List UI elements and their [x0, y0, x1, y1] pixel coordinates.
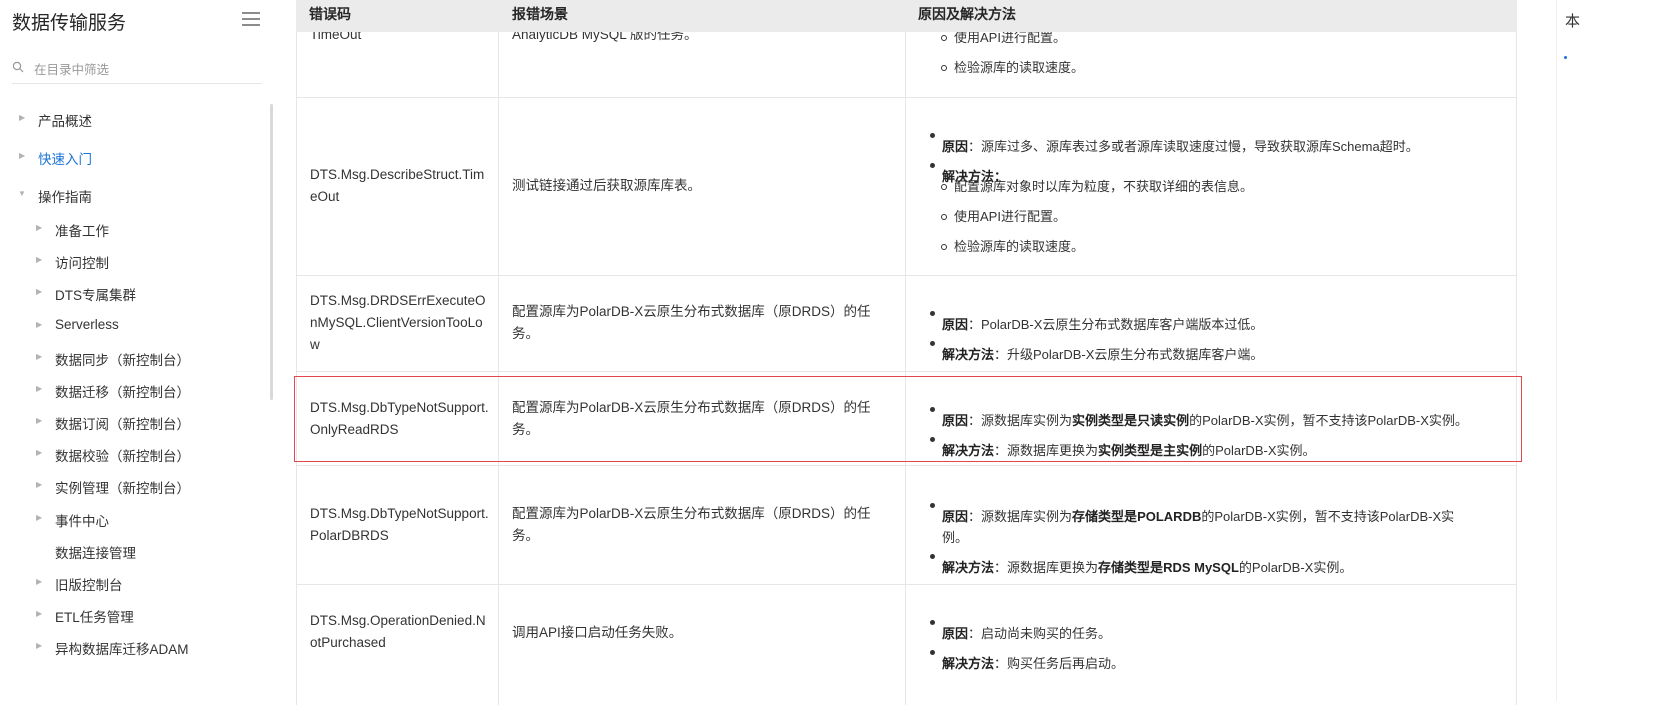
cause-text: 原因：启动尚未购买的任务。 — [942, 626, 1112, 641]
error-code-table: TimeOut AnalyticDB MySQL 版的任务。 使用API进行配置… — [296, 0, 1517, 705]
bullet-icon — [930, 650, 935, 655]
error-scene: 测试链接通过后获取源库库表。 — [512, 178, 701, 193]
error-code: DTS.Msg.DbTypeNotSupport.PolarDBRDS — [310, 506, 489, 543]
table-row: DTS.Msg.DbTypeNotSupport.PolarDBRDS 配置源库… — [296, 466, 1517, 585]
bullet-icon — [930, 163, 935, 168]
sidebar-item-sync[interactable]: 数据同步（新控制台） — [55, 349, 190, 369]
error-scene: 配置源库为PolarDB-X云原生分布式数据库（原DRDS）的任务。 — [512, 506, 871, 543]
sidebar-item-legacy[interactable]: 旧版控制台 — [55, 574, 123, 594]
caret-right-icon[interactable]: ▶ — [19, 113, 25, 122]
sidebar-item-adam[interactable]: 异构数据库迁移ADAM — [55, 638, 189, 658]
caret-right-icon[interactable]: ▶ — [36, 255, 42, 264]
cause-text: 原因：源库过多、源库表过多或者源库读取速度过慢，导致获取源库Schema超时。 — [942, 139, 1419, 154]
caret-down-icon[interactable]: ▼ — [18, 189, 26, 198]
column-header: 原因及解决方法 — [918, 6, 1016, 22]
caret-right-icon[interactable]: ▶ — [36, 513, 42, 522]
sidebar-item-access[interactable]: 访问控制 — [55, 252, 109, 272]
error-code: DTS.Msg.DescribeStruct.TimeOut — [310, 167, 485, 204]
cause-text: 原因：PolarDB-X云原生分布式数据库客户端版本过低。 — [942, 317, 1264, 332]
caret-right-icon[interactable]: ▶ — [36, 641, 42, 650]
solution-text: 解决方法：源数据库更换为存储类型是RDS MySQL的PolarDB-X实例。 — [942, 560, 1353, 575]
sidebar-title: 数据传输服务 — [12, 13, 127, 34]
bullet-icon — [930, 341, 935, 346]
caret-right-icon[interactable]: ▶ — [36, 577, 42, 586]
toc-dot-icon — [1564, 56, 1567, 59]
sidebar-item-etl[interactable]: ETL任务管理 — [55, 606, 134, 626]
caret-right-icon[interactable]: ▶ — [36, 448, 42, 457]
bullet-icon — [930, 311, 935, 316]
sidebar-item-overview[interactable]: 产品概述 — [38, 110, 92, 130]
caret-right-icon[interactable]: ▶ — [36, 384, 42, 393]
solution-step: 配置源库对象时以库为粒度，不获取详细的表信息。 — [940, 177, 1253, 197]
sidebar: 数据传输服务 在目录中筛选 ▶ 产品概述 ▶ 快速入门 ▼ 操作指南 ▶ 准备工… — [0, 0, 273, 701]
bullet-icon — [930, 620, 935, 625]
error-code: DTS.Msg.DRDSErrExecuteOnMySQL.ClientVers… — [310, 293, 486, 352]
sidebar-item-cluster[interactable]: DTS专属集群 — [55, 284, 136, 304]
solution-step: 检验源库的读取速度。 — [940, 58, 1084, 78]
error-scene: 配置源库为PolarDB-X云原生分布式数据库（原DRDS）的任务。 — [512, 304, 871, 341]
sidebar-item-guide[interactable]: 操作指南 — [38, 186, 92, 206]
menu-icon[interactable] — [242, 12, 260, 28]
bullet-icon — [930, 437, 935, 442]
table-header: 错误码 报错场景 原因及解决方法 — [296, 0, 1517, 32]
bullet-icon — [930, 133, 935, 138]
search-placeholder: 在目录中筛选 — [34, 63, 110, 77]
sidebar-item-connections[interactable]: 数据连接管理 — [55, 542, 136, 562]
sidebar-item-migration[interactable]: 数据迁移（新控制台） — [55, 381, 190, 401]
table-row: DTS.Msg.DescribeStruct.TimeOut 测试链接通过后获取… — [296, 97, 1517, 276]
sidebar-item-subscribe[interactable]: 数据订阅（新控制台） — [55, 413, 190, 433]
bullet-icon — [930, 554, 935, 559]
search-input[interactable]: 在目录中筛选 — [12, 56, 262, 84]
sidebar-item-prepare[interactable]: 准备工作 — [55, 220, 109, 240]
caret-right-icon[interactable]: ▶ — [19, 151, 25, 160]
sidebar-item-verify[interactable]: 数据校验（新控制台） — [55, 445, 190, 465]
sidebar-scrollbar[interactable] — [270, 104, 273, 400]
error-scene: 配置源库为PolarDB-X云原生分布式数据库（原DRDS）的任务。 — [512, 400, 871, 437]
solution-text: 解决方法：源数据库更换为实例类型是主实例的PolarDB-X实例。 — [942, 443, 1316, 458]
solution-text: 解决方法：升级PolarDB-X云原生分布式数据库客户端。 — [942, 347, 1264, 362]
sidebar-item-serverless[interactable]: Serverless — [55, 317, 119, 332]
column-header: 报错场景 — [512, 6, 568, 22]
caret-right-icon[interactable]: ▶ — [36, 223, 42, 232]
sidebar-item-quickstart[interactable]: 快速入门 — [38, 148, 92, 168]
cause-text: 原因：源数据库实例为存储类型是POLARDB的PolarDB-X实例，暂不支持该… — [942, 509, 1455, 545]
caret-right-icon[interactable]: ▶ — [36, 320, 42, 329]
error-code: DTS.Msg.OperationDenied.NotPurchased — [310, 613, 486, 650]
bullet-icon — [930, 503, 935, 508]
sidebar-item-instances[interactable]: 实例管理（新控制台） — [55, 477, 190, 497]
table-row: DTS.Msg.OperationDenied.NotPurchased 调用A… — [296, 585, 1517, 705]
sidebar-item-events[interactable]: 事件中心 — [55, 510, 109, 530]
column-header: 错误码 — [309, 6, 351, 22]
caret-right-icon[interactable]: ▶ — [36, 287, 42, 296]
error-code: DTS.Msg.DbTypeNotSupport.OnlyReadRDS — [310, 400, 489, 437]
cause-text: 原因：源数据库实例为实例类型是只读实例的PolarDB-X实例，暂不支持该Pol… — [942, 413, 1468, 428]
caret-right-icon[interactable]: ▶ — [36, 480, 42, 489]
caret-right-icon[interactable]: ▶ — [36, 609, 42, 618]
table-row: DTS.Msg.DRDSErrExecuteOnMySQL.ClientVers… — [296, 276, 1517, 372]
error-scene: 调用API接口启动任务失败。 — [512, 625, 683, 640]
bullet-icon — [930, 407, 935, 412]
solution-step: 使用API进行配置。 — [941, 207, 1066, 227]
search-icon — [12, 61, 24, 73]
solution-text: 解决方法：购买任务后再启动。 — [942, 656, 1125, 671]
caret-right-icon[interactable]: ▶ — [36, 352, 42, 361]
caret-right-icon[interactable]: ▶ — [36, 416, 42, 425]
solution-step: 检验源库的读取速度。 — [940, 237, 1084, 257]
right-panel-heading: 本 — [1565, 13, 1581, 30]
right-panel: 本 — [1556, 0, 1657, 701]
table-row: DTS.Msg.DbTypeNotSupport.OnlyReadRDS 配置源… — [296, 372, 1517, 466]
